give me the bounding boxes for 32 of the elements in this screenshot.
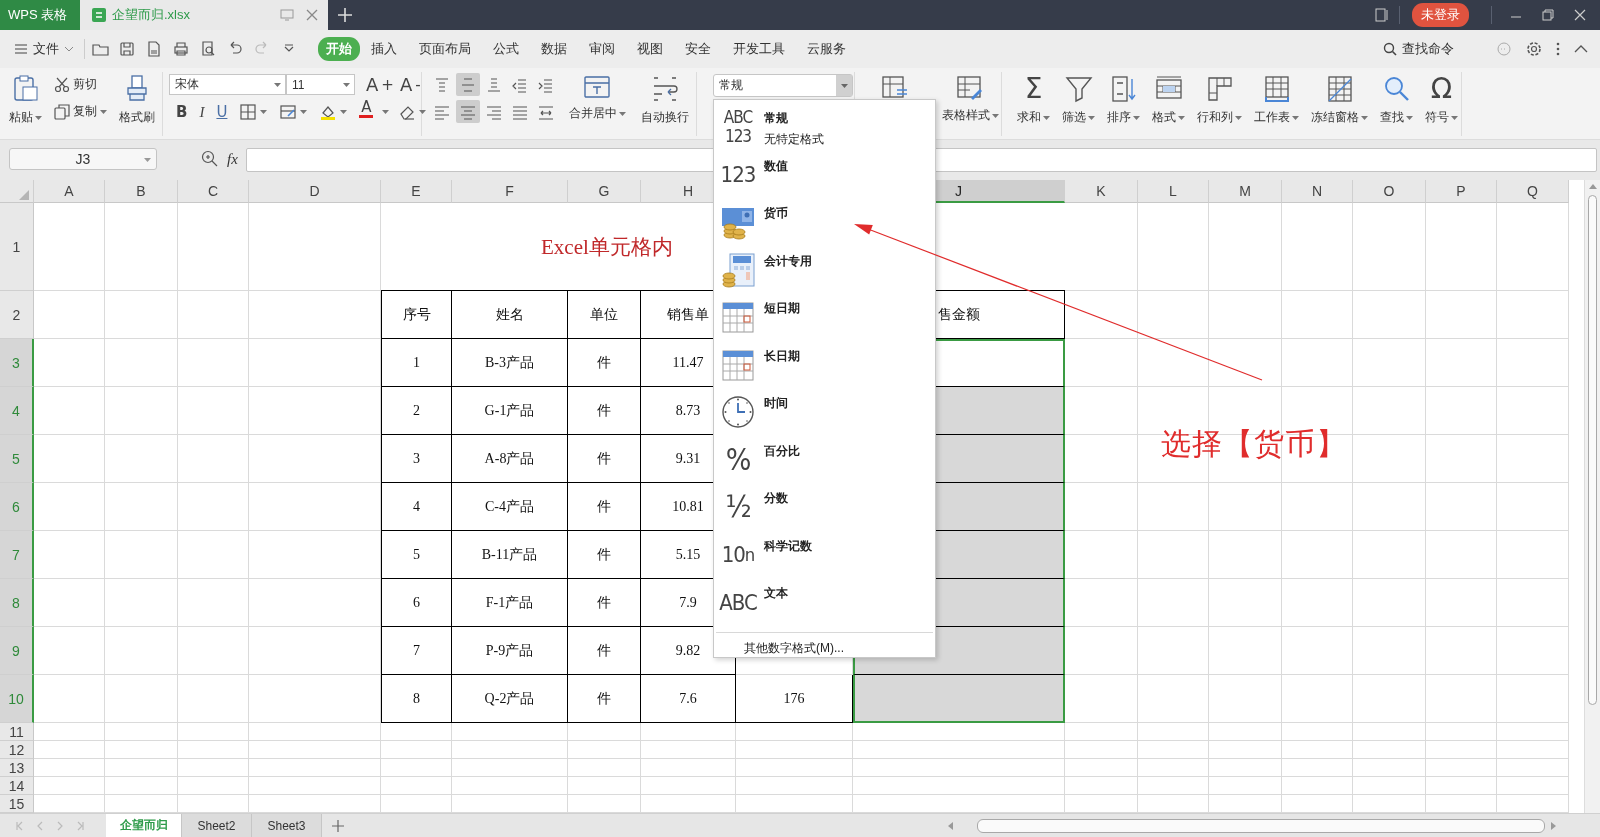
table-cell: 单位 <box>568 291 641 339</box>
table-cell: 7 <box>381 627 452 675</box>
table-cell: C-4产品 <box>452 483 568 531</box>
table-cell: B-3产品 <box>452 339 568 387</box>
table-cell: A-8产品 <box>452 435 568 483</box>
table-cell: 2 <box>381 387 452 435</box>
table-cell: 件 <box>568 579 641 627</box>
format-glyph-icon: ABC 123 <box>720 107 756 147</box>
table-cell: 件 <box>568 531 641 579</box>
table-cell: 序号 <box>381 291 452 339</box>
table-cell: 7.6 <box>641 675 736 723</box>
table-cell: 1 <box>381 339 452 387</box>
table-cell: 8 <box>381 675 452 723</box>
table-cell: 6 <box>381 579 452 627</box>
table-cell: 4 <box>381 483 452 531</box>
table-cell: P-9产品 <box>452 627 568 675</box>
table-cell: 176 <box>736 675 853 723</box>
table-cell: 姓名 <box>452 291 568 339</box>
table-cell: Q-2产品 <box>452 675 568 723</box>
table-cell: 件 <box>568 339 641 387</box>
table-cell: 件 <box>568 483 641 531</box>
annotation-text: 选择【货币】 <box>1161 425 1347 463</box>
table-cell: 件 <box>568 435 641 483</box>
app-name: WPS 表格 <box>0 0 80 30</box>
table-cell: 件 <box>568 675 641 723</box>
table-cell: F-1产品 <box>452 579 568 627</box>
table-cell: 件 <box>568 387 641 435</box>
table-cell: 3 <box>381 435 452 483</box>
table-cell: 5 <box>381 531 452 579</box>
table-cell: G-1产品 <box>452 387 568 435</box>
table-cell: B-11产品 <box>452 531 568 579</box>
table-cell: 件 <box>568 627 641 675</box>
